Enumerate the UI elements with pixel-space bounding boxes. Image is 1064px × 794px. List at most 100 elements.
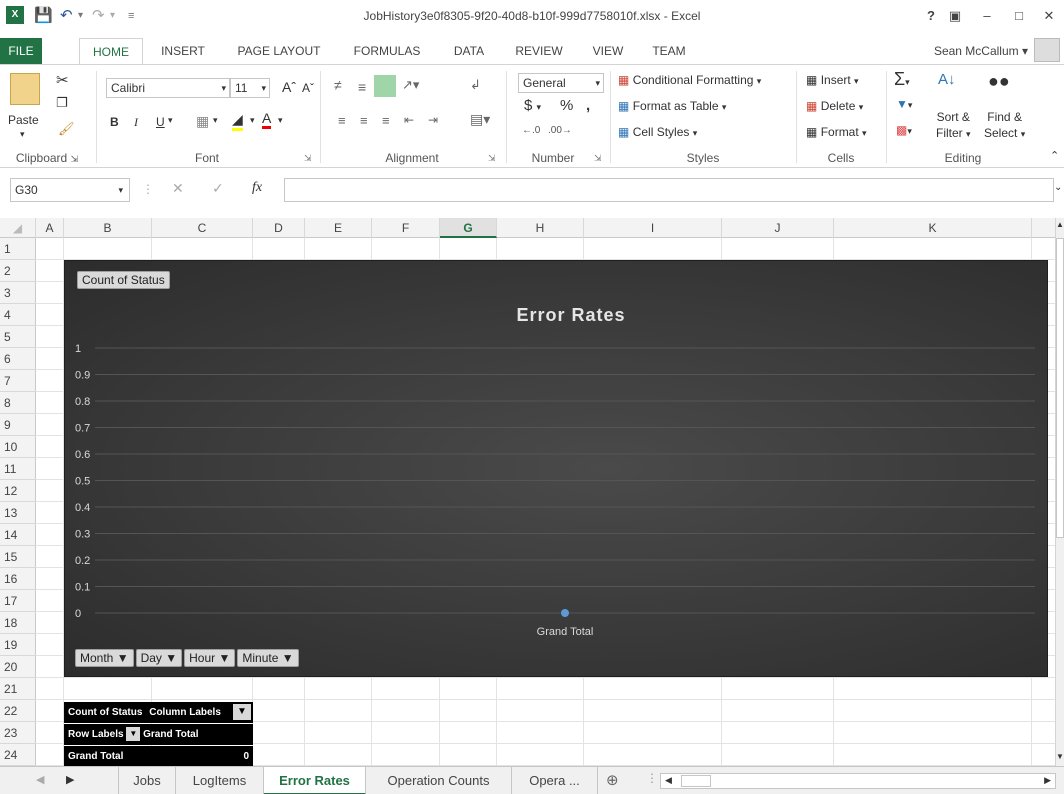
column-header-b[interactable]: B <box>64 218 152 238</box>
column-header-j[interactable]: J <box>722 218 834 238</box>
row-header[interactable]: 4 <box>0 304 36 326</box>
sheet-tab-logitems[interactable]: LogItems <box>176 767 264 794</box>
copy-icon[interactable]: ❐ <box>56 95 68 111</box>
borders-icon[interactable]: ▦ <box>196 113 209 130</box>
column-header-k[interactable]: K <box>834 218 1032 238</box>
align-center-icon[interactable]: ≡ <box>360 113 368 128</box>
font-color-icon[interactable]: A <box>262 111 272 129</box>
tab-formulas[interactable]: FORMULAS <box>345 38 429 64</box>
fill-dropdown-icon[interactable]: ▾ <box>250 115 255 126</box>
format-cells-button[interactable]: ▦ Format ▾ <box>806 125 867 139</box>
row-header[interactable]: 24 <box>0 744 36 766</box>
percent-button[interactable]: % <box>560 97 573 114</box>
row-header[interactable]: 11 <box>0 458 36 480</box>
row-header[interactable]: 19 <box>0 634 36 656</box>
conditional-formatting-button[interactable]: ▦ Conditional Formatting ▾ <box>618 73 761 87</box>
row-header[interactable]: 5 <box>0 326 36 348</box>
ribbon-display-options-icon[interactable]: ▣ <box>944 7 966 25</box>
bold-button[interactable]: B <box>110 115 119 129</box>
orientation-icon[interactable]: ↗▾ <box>402 77 419 93</box>
close-icon[interactable]: ✕ <box>1038 7 1060 25</box>
clear-icon[interactable]: ▩▾ <box>896 123 912 137</box>
scroll-right-icon[interactable]: ▶ <box>1044 775 1051 786</box>
row-header[interactable]: 13 <box>0 502 36 524</box>
column-header-e[interactable]: E <box>305 218 372 238</box>
row-header[interactable]: 2 <box>0 260 36 282</box>
row-header[interactable]: 8 <box>0 392 36 414</box>
field-button-month[interactable]: Month ▼ <box>75 649 134 667</box>
row-header[interactable]: 12 <box>0 480 36 502</box>
horizontal-scrollbar[interactable]: ◀ ▶ <box>660 773 1056 789</box>
scroll-up-icon[interactable]: ▲ <box>1056 220 1064 229</box>
row-header[interactable]: 1 <box>0 238 36 260</box>
cell-styles-button[interactable]: ▦ Cell Styles ▾ <box>618 125 697 139</box>
number-format-combo[interactable]: General ▾ <box>518 73 604 93</box>
autosum-icon[interactable]: Σ▾ <box>894 69 910 90</box>
tab-view[interactable]: VIEW <box>584 38 632 64</box>
paste-button[interactable]: Paste <box>8 113 39 127</box>
decrease-font-icon[interactable]: Aˇ <box>302 81 314 95</box>
cut-icon[interactable]: ✂ <box>56 71 69 89</box>
new-sheet-icon[interactable]: ⊕ <box>606 771 619 789</box>
clipboard-launcher-icon[interactable]: ⇲ <box>71 154 79 164</box>
align-right-icon[interactable]: ≡ <box>382 113 390 128</box>
tab-split-icon[interactable]: ⋮ <box>646 771 658 785</box>
fill-icon[interactable]: ▼▾ <box>896 97 912 111</box>
cancel-icon[interactable]: ✕ <box>172 180 184 197</box>
font-color-dropdown-icon[interactable]: ▾ <box>278 115 283 126</box>
collapse-ribbon-icon[interactable]: ⌃ <box>1050 149 1059 162</box>
wrap-text-icon[interactable]: ↲ <box>470 77 481 93</box>
account-name[interactable]: Sean McCallum ▾ <box>908 38 1028 64</box>
select-all-button[interactable]: ◢ <box>0 218 36 238</box>
field-button-hour[interactable]: Hour ▼ <box>184 649 236 667</box>
align-left-icon[interactable]: ≡ <box>338 113 346 128</box>
insert-function-button[interactable]: fx <box>252 180 262 196</box>
row-header[interactable]: 7 <box>0 370 36 392</box>
currency-button[interactable]: $ ▾ <box>524 97 541 114</box>
row-header[interactable]: 22 <box>0 700 36 722</box>
tab-team[interactable]: TEAM <box>642 38 696 64</box>
align-top-icon[interactable]: ≠ <box>334 77 342 93</box>
increase-decimal-icon[interactable]: ←.0 <box>522 125 540 136</box>
row-header[interactable]: 6 <box>0 348 36 370</box>
tab-data[interactable]: DATA <box>442 38 496 64</box>
field-button-day[interactable]: Day ▼ <box>135 649 183 667</box>
sheet-tab-opera[interactable]: Opera ... <box>512 767 598 794</box>
help-button[interactable]: ? <box>920 7 942 25</box>
format-as-table-button[interactable]: ▦ Format as Table ▾ <box>618 99 726 113</box>
comma-button[interactable]: , <box>586 97 590 114</box>
scroll-left-icon[interactable]: ◀ <box>665 775 672 786</box>
sheet-tab-error-rates[interactable]: Error Rates <box>264 767 366 794</box>
scroll-down-icon[interactable]: ▼ <box>1056 752 1064 761</box>
sheet-tab-jobs[interactable]: Jobs <box>118 767 176 794</box>
row-header[interactable]: 17 <box>0 590 36 612</box>
name-box[interactable]: G30 ▾ <box>10 178 130 202</box>
field-button-minute[interactable]: Minute ▼ <box>237 649 299 667</box>
minimize-icon[interactable]: – <box>976 7 998 25</box>
delete-cells-button[interactable]: ▦ Delete ▾ <box>806 99 863 113</box>
expand-formula-bar-icon[interactable]: ⌄ <box>1054 182 1062 193</box>
row-header[interactable]: 3 <box>0 282 36 304</box>
underline-button[interactable]: U <box>156 115 165 129</box>
row-header[interactable]: 16 <box>0 568 36 590</box>
column-header-f[interactable]: F <box>372 218 440 238</box>
sheet-tab-operation-counts[interactable]: Operation Counts <box>366 767 512 794</box>
pivot-header-row[interactable]: Count of Status Column Labels <box>64 702 253 723</box>
horizontal-scroll-thumb[interactable] <box>681 775 711 787</box>
row-header[interactable]: 23 <box>0 722 36 744</box>
row-header[interactable]: 9 <box>0 414 36 436</box>
decrease-decimal-icon[interactable]: .00→ <box>548 125 572 136</box>
scroll-thumb[interactable] <box>1056 238 1064 538</box>
find-binoculars-icon[interactable]: ●● <box>988 71 1010 92</box>
find-select-button[interactable]: Find & Select ▾ <box>984 109 1025 142</box>
value-field-button[interactable]: Count of Status <box>77 271 170 289</box>
pivot-chart[interactable]: 0 0.1 0.2 0.3 0.4 0.5 0.6 0.7 0.8 0.9 1 Grand Total… <box>64 260 1048 677</box>
italic-button[interactable]: I <box>134 115 138 130</box>
column-filter-icon[interactable]: ▼ <box>233 704 251 720</box>
tab-review[interactable]: REVIEW <box>506 38 572 64</box>
tab-insert[interactable]: INSERT <box>153 38 213 64</box>
row-header[interactable]: 15 <box>0 546 36 568</box>
insert-cells-button[interactable]: ▦ Insert ▾ <box>806 73 859 87</box>
align-middle-icon[interactable]: ≡ <box>358 79 366 95</box>
paste-icon[interactable] <box>10 73 40 105</box>
